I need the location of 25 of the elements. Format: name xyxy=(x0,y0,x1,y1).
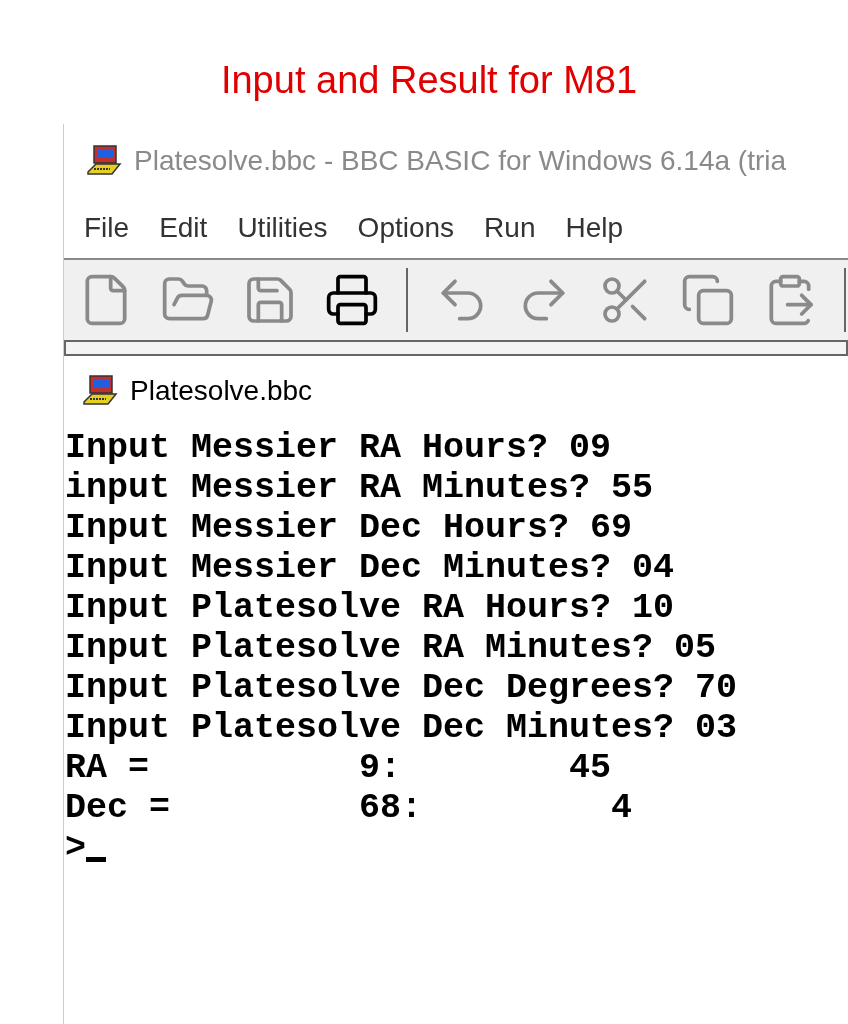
console-line: Input Messier Dec Hours? 69 xyxy=(65,508,633,548)
copy-icon[interactable] xyxy=(680,272,736,328)
app-icon xyxy=(86,144,122,178)
console-line: Input Messier Dec Minutes? 04 xyxy=(65,548,675,588)
menu-item[interactable]: File xyxy=(84,207,130,249)
console-line: Input Platesolve RA Hours? 10 xyxy=(65,588,675,628)
menu-item[interactable]: Options xyxy=(357,207,455,249)
menu-item[interactable]: Run xyxy=(484,207,536,249)
console-line: Input Platesolve RA Minutes? 05 xyxy=(65,628,717,668)
window-title: Platesolve.bbc - BBC BASIC for Windows 6.14a (tria xyxy=(134,144,787,178)
console-line: Input Platesolve Dec Degrees? 70 xyxy=(65,668,738,708)
console-line: Input Messier RA Hours? 09 xyxy=(65,428,612,468)
console-prompt: > xyxy=(65,828,86,868)
console-line: input Messier RA Minutes? 55 xyxy=(65,468,654,508)
menu-item[interactable]: Edit xyxy=(159,207,208,249)
app-icon xyxy=(82,374,118,408)
menu-item[interactable]: Help xyxy=(565,207,624,249)
text-cursor xyxy=(86,857,106,862)
console-line: Dec = 68: 4 xyxy=(65,788,633,828)
child-window-title: Platesolve.bbc xyxy=(130,374,313,408)
page-heading: Input and Result for M81 xyxy=(219,58,639,103)
console-line: RA = 9: 45 xyxy=(65,748,612,788)
menu-item[interactable]: Utilities xyxy=(237,207,328,249)
printer-icon[interactable] xyxy=(324,272,380,328)
console-line: Input Platesolve Dec Minutes? 03 xyxy=(65,708,738,748)
